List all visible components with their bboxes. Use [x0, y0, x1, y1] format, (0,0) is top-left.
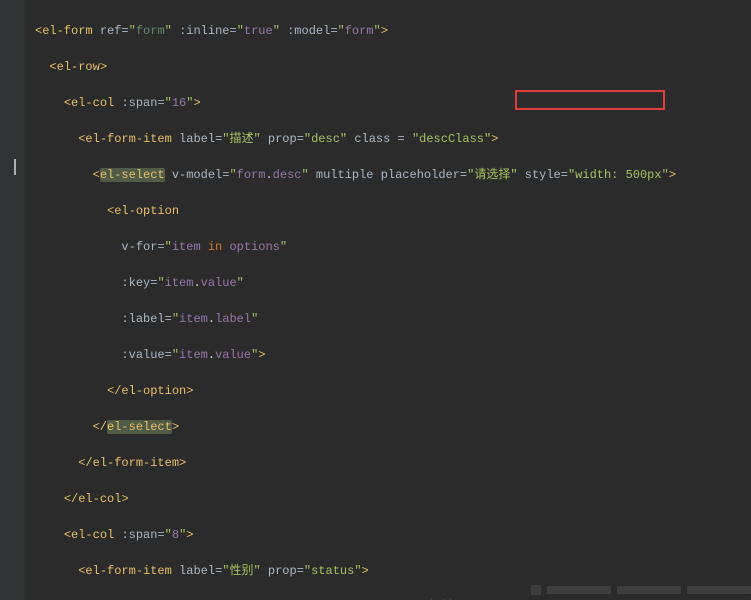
watermark	[531, 580, 751, 600]
tag-el-select-close: el-select	[107, 420, 172, 434]
tag-el-option: el-option	[114, 204, 179, 218]
tag-el-select-open: el-select	[100, 168, 165, 182]
code-editor[interactable]: <el-form ref="form" :inline="true" :mode…	[25, 0, 751, 600]
editor-gutter	[0, 0, 25, 600]
tag-el-row: el-row	[57, 60, 100, 74]
tag-el-form-item: el-form-item	[85, 132, 171, 146]
tag-el-col: el-col	[71, 96, 114, 110]
cursor-marker	[14, 159, 16, 175]
tag-el-option-close: el-option	[121, 384, 186, 398]
